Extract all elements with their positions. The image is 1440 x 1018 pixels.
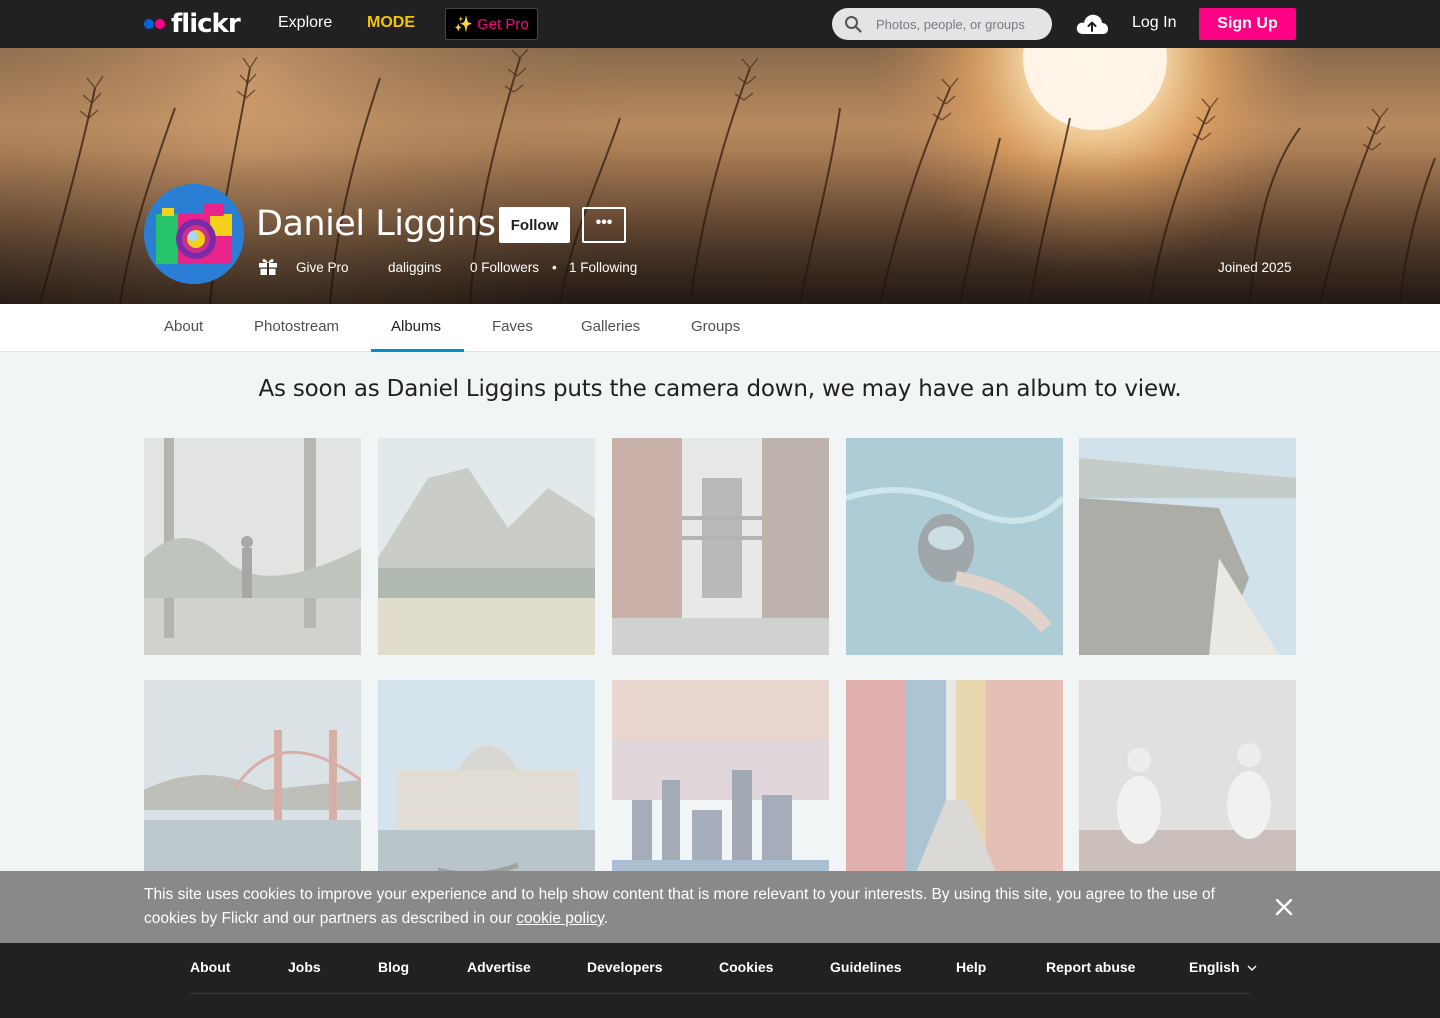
camera-avatar-icon xyxy=(144,184,244,284)
footer-divider xyxy=(190,993,1250,994)
flickr-logo[interactable]: flickr xyxy=(144,9,241,39)
search-input[interactable] xyxy=(876,14,1044,34)
tab-faves[interactable]: Faves xyxy=(492,318,533,335)
follow-button[interactable]: Follow xyxy=(499,207,570,243)
footer-link-blog[interactable]: Blog xyxy=(378,959,409,975)
signup-button[interactable]: Sign Up xyxy=(1199,8,1296,40)
placeholder-tile-golden-gate xyxy=(144,680,361,897)
meta-separator: • xyxy=(552,260,557,275)
chevron-down-icon xyxy=(1247,965,1257,971)
tab-galleries[interactable]: Galleries xyxy=(581,318,640,335)
placeholder-tile-coast xyxy=(1079,438,1296,655)
tab-albums[interactable]: Albums xyxy=(391,318,441,335)
footer-link-jobs[interactable]: Jobs xyxy=(288,959,321,975)
get-pro-button[interactable]: ✨ Get Pro xyxy=(445,8,538,40)
cookie-banner-text: This site uses cookies to improve your e… xyxy=(144,883,1254,931)
profile-name: Daniel Liggins xyxy=(256,204,496,244)
placeholder-tile-valley xyxy=(378,438,595,655)
followers-count[interactable]: 0 Followers xyxy=(470,258,539,278)
nav-mode-link[interactable]: MODE xyxy=(367,14,415,32)
logo-blue-dot xyxy=(144,19,154,29)
footer-link-guidelines[interactable]: Guidelines xyxy=(830,959,902,975)
more-options-button[interactable]: ••• xyxy=(582,207,626,243)
logo-pink-dot xyxy=(155,19,165,29)
following-count[interactable]: 1 Following xyxy=(569,258,637,278)
active-tab-indicator xyxy=(371,349,464,352)
placeholder-tile-birds xyxy=(1079,680,1296,897)
placeholder-tile-venice xyxy=(378,680,595,897)
logo-wordmark: flickr xyxy=(171,9,241,39)
login-link[interactable]: Log In xyxy=(1132,14,1176,32)
footer: About Jobs Blog Advertise Developers Coo… xyxy=(0,943,1440,1018)
cookie-text-after: . xyxy=(603,910,609,927)
sparkle-icon: ✨ xyxy=(454,16,473,33)
get-pro-label: Get Pro xyxy=(477,15,529,33)
cookie-policy-link[interactable]: cookie policy xyxy=(516,910,604,927)
cookie-banner: This site uses cookies to improve your e… xyxy=(0,871,1440,943)
empty-albums-message: As soon as Daniel Liggins puts the camer… xyxy=(258,376,1182,402)
tab-groups[interactable]: Groups xyxy=(691,318,740,335)
footer-link-advertise[interactable]: Advertise xyxy=(467,959,531,975)
nav-explore-link[interactable]: Explore xyxy=(278,14,332,32)
username: daliggins xyxy=(388,260,442,275)
gift-icon[interactable] xyxy=(258,256,278,276)
profile-tabs: About Photostream Albums Faves Galleries… xyxy=(0,304,1440,352)
language-selector[interactable]: English xyxy=(1189,959,1257,975)
language-label: English xyxy=(1189,959,1240,975)
search-box[interactable] xyxy=(832,8,1052,40)
tab-photostream[interactable]: Photostream xyxy=(254,318,339,335)
joined-date: Joined 2025 xyxy=(1218,260,1292,275)
footer-link-about[interactable]: About xyxy=(190,959,230,975)
placeholder-tile-bridge xyxy=(612,438,829,655)
footer-link-cookies[interactable]: Cookies xyxy=(719,959,773,975)
footer-link-developers[interactable]: Developers xyxy=(587,959,662,975)
search-icon xyxy=(845,16,862,33)
footer-link-report-abuse[interactable]: Report abuse xyxy=(1046,959,1135,975)
placeholder-tile-snorkel xyxy=(846,438,1063,655)
placeholder-tile-hiker xyxy=(144,438,361,655)
placeholder-tile-skyline xyxy=(612,680,829,897)
tab-about[interactable]: About xyxy=(164,318,203,335)
give-pro-link[interactable]: Give Pro xyxy=(296,258,349,278)
footer-link-help[interactable]: Help xyxy=(956,959,986,975)
close-icon[interactable] xyxy=(1272,895,1296,919)
top-nav: flickr Explore MODE ✨ Get Pro Log In Sig… xyxy=(0,0,1440,48)
upload-cloud-icon[interactable] xyxy=(1075,10,1109,38)
cookie-text-before: This site uses cookies to improve your e… xyxy=(144,886,1215,927)
placeholder-tile-alley xyxy=(846,680,1063,897)
avatar[interactable] xyxy=(144,184,244,284)
